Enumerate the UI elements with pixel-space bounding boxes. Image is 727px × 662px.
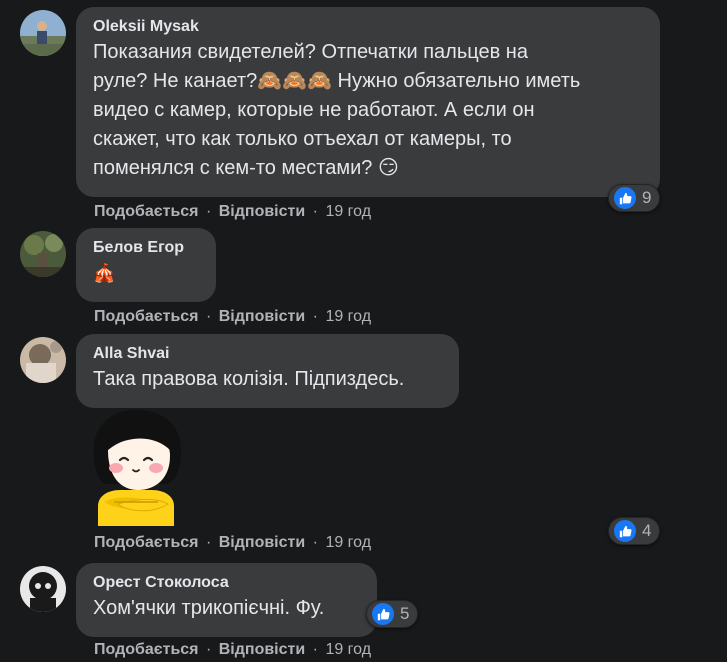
reply-button[interactable]: Відповісти — [219, 641, 305, 658]
comment-actions: Подобається · Відповісти · 19 год — [94, 533, 371, 553]
reactions-badge[interactable]: 5 — [366, 600, 419, 628]
girl-hiding-sticker[interactable] — [84, 406, 188, 526]
author-name[interactable]: Oleksii Mysak — [93, 16, 644, 38]
separator: · — [205, 534, 212, 551]
timestamp[interactable]: 19 год — [325, 203, 371, 220]
avatar[interactable] — [20, 337, 66, 383]
comment-bubble: Белов Егор 🎪 — [76, 228, 216, 302]
avatar[interactable] — [20, 566, 66, 612]
author-name[interactable]: Alla Shvai — [93, 343, 443, 365]
separator: · — [312, 534, 318, 551]
like-icon — [612, 185, 638, 211]
comment-bubble: Орест Стоколоса Хом'ячки трикопієчні. Фу… — [76, 563, 377, 637]
like-icon — [612, 518, 638, 544]
separator: · — [312, 641, 318, 658]
like-button[interactable]: Подобається — [94, 641, 199, 658]
separator: · — [205, 641, 212, 658]
like-button[interactable]: Подобається — [94, 534, 199, 551]
separator: · — [312, 203, 318, 220]
separator: · — [205, 203, 212, 220]
comment-text: Така правова колізія. Підпиздесь. — [93, 368, 405, 390]
separator: · — [205, 308, 212, 325]
timestamp[interactable]: 19 год — [325, 641, 371, 658]
comment-actions: Подобається · Відповісти · 19 год — [94, 202, 371, 222]
reactions-badge[interactable]: 9 — [608, 184, 661, 212]
comment-actions: Подобається · Відповісти · 19 год — [94, 640, 371, 660]
comment-text: Показания свидетелей? Отпечатки пальцев … — [93, 41, 581, 179]
reaction-count: 9 — [642, 188, 652, 207]
avatar[interactable] — [20, 231, 66, 277]
reaction-count: 4 — [642, 521, 652, 540]
timestamp[interactable]: 19 год — [325, 308, 371, 325]
like-button[interactable]: Подобається — [94, 308, 199, 325]
comment-text: 🎪 — [93, 263, 116, 283]
comment-bubble: Oleksii Mysak Показания свидетелей? Отпе… — [76, 7, 660, 197]
like-button[interactable]: Подобається — [94, 203, 199, 220]
timestamp[interactable]: 19 год — [325, 534, 371, 551]
comment-bubble: Alla Shvai Така правова колізія. Підпизд… — [76, 334, 459, 408]
comment-actions: Подобається · Відповісти · 19 год — [94, 307, 371, 327]
like-icon — [370, 601, 396, 627]
reply-button[interactable]: Відповісти — [219, 203, 305, 220]
reaction-count: 5 — [400, 604, 410, 623]
reply-button[interactable]: Відповісти — [219, 534, 305, 551]
author-name[interactable]: Белов Егор — [93, 237, 200, 259]
author-name[interactable]: Орест Стоколоса — [93, 572, 361, 594]
reactions-badge[interactable]: 4 — [608, 517, 661, 545]
separator: · — [312, 308, 318, 325]
comments-list: Oleksii Mysak Показания свидетелей? Отпе… — [0, 0, 727, 662]
reply-button[interactable]: Відповісти — [219, 308, 305, 325]
avatar[interactable] — [20, 10, 66, 56]
comment-text: Хом'ячки трикопієчні. Фу. — [93, 597, 325, 619]
